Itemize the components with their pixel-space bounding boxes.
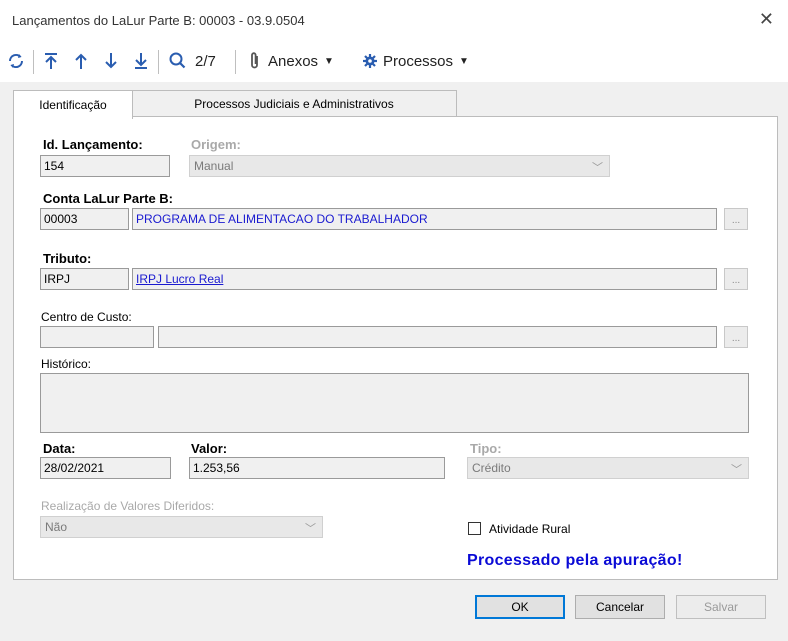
tributo-lookup-button[interactable]: ... [724, 268, 748, 290]
tributo-code-field[interactable]: IRPJ [40, 268, 129, 290]
id-lancamento-label: Id. Lançamento: [43, 137, 143, 152]
tipo-label: Tipo: [470, 441, 502, 456]
valor-field[interactable]: 1.253,56 [189, 457, 445, 479]
atividade-rural-label: Atividade Rural [489, 522, 571, 536]
chevron-down-icon: ﹀ [305, 523, 316, 535]
tributo-description-link[interactable]: IRPJ Lucro Real [132, 268, 717, 290]
ok-button[interactable]: OK [475, 595, 565, 619]
chevron-down-icon: ▼ [459, 55, 469, 67]
first-record-icon[interactable] [42, 50, 60, 72]
centro-custo-lookup-button[interactable]: ... [724, 326, 748, 348]
chevron-down-icon: ▼ [324, 55, 334, 67]
tab-processos-judiciais[interactable]: Processos Judiciais e Administrativos [131, 90, 457, 117]
id-lancamento-field[interactable]: 154 [40, 155, 170, 177]
tipo-select: Crédito ﹀ [467, 457, 749, 479]
historico-label: Histórico: [41, 357, 92, 371]
next-record-icon[interactable] [102, 50, 120, 72]
window-title: Lançamentos do LaLur Parte B: 00003 - 03… [12, 13, 305, 28]
record-position: 2/7 [195, 52, 216, 70]
tributo-label: Tributo: [43, 251, 92, 266]
realizacao-select: Não ﹀ [40, 516, 323, 538]
processos-menu-button[interactable]: Processos ▼ [362, 50, 469, 72]
toolbar-separator [235, 50, 236, 74]
origem-select: Manual ﹀ [189, 155, 610, 177]
valor-label: Valor: [191, 441, 228, 456]
centro-custo-code-field[interactable] [40, 326, 154, 348]
refresh-icon[interactable] [6, 50, 26, 72]
anexos-label: Anexos [268, 52, 319, 70]
cancel-button[interactable]: Cancelar [575, 595, 665, 619]
centro-custo-label: Centro de Custo: [41, 310, 132, 324]
last-record-icon[interactable] [132, 50, 150, 72]
chevron-down-icon: ﹀ [592, 162, 603, 174]
status-message: Processado pela apuração! [467, 552, 683, 569]
title-bar: Lançamentos do LaLur Parte B: 00003 - 03… [0, 0, 788, 40]
toolbar-separator [33, 50, 34, 74]
conta-label: Conta LaLur Parte B: [43, 191, 174, 206]
conta-code-field[interactable]: 00003 [40, 208, 129, 230]
realizacao-label: Realização de Valores Diferidos: [41, 499, 215, 513]
atividade-rural-checkbox[interactable] [468, 522, 481, 535]
toolbar: 2/7 Anexos ▼ Processos ▼ [0, 42, 788, 80]
tab-identificacao[interactable]: Identificação [13, 90, 133, 119]
data-label: Data: [43, 441, 76, 456]
conta-description-field[interactable]: PROGRAMA DE ALIMENTACAO DO TRABALHADOR [132, 208, 717, 230]
chevron-down-icon: ﹀ [731, 464, 742, 476]
conta-lookup-button[interactable]: ... [724, 208, 748, 230]
toolbar-separator [158, 50, 159, 74]
search-icon[interactable] [168, 50, 186, 72]
paperclip-icon [251, 52, 258, 69]
historico-textarea[interactable] [40, 373, 749, 433]
anexos-menu-button[interactable]: Anexos ▼ [248, 50, 334, 72]
data-field[interactable]: 28/02/2021 [40, 457, 171, 479]
centro-custo-description-field[interactable] [158, 326, 717, 348]
save-button[interactable]: Salvar [676, 595, 766, 619]
previous-record-icon[interactable] [72, 50, 90, 72]
gear-icon [363, 54, 377, 68]
processos-label: Processos [383, 52, 454, 70]
origem-label: Origem: [191, 137, 241, 152]
close-icon[interactable]: ✕ [759, 9, 774, 30]
